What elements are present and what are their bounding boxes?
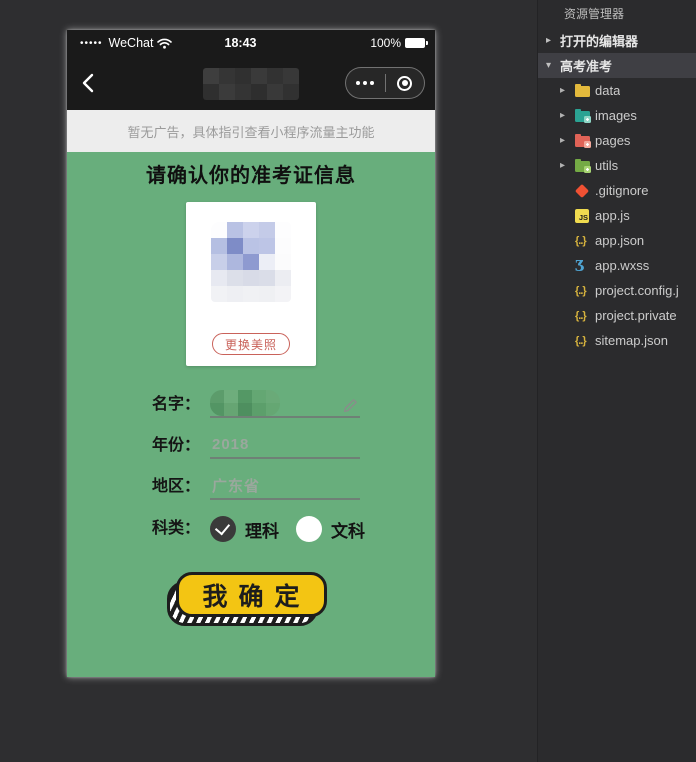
phone-simulator: ••••• WeChat 18:43 100% 暂无广告，具体指引查看小程序流量…	[67, 30, 435, 677]
dot-icon	[370, 81, 375, 85]
tree-item-.gitignore[interactable]: .gitignore	[538, 178, 696, 203]
dot-icon	[356, 81, 361, 85]
close-minipro-button[interactable]	[386, 68, 425, 98]
year-value: 2018	[212, 435, 250, 453]
section-open-editors[interactable]: ▸ 打开的编辑器	[538, 28, 696, 53]
clock-label: 18:43	[224, 36, 257, 50]
option-arts[interactable]: 文科	[296, 516, 365, 542]
explorer-panel: 资源管理器 ▸ 打开的编辑器 ▾ 高考准考 ▸ data ▸ images ▸ …	[537, 0, 696, 762]
section-label: 高考准考	[560, 59, 613, 74]
wxss-file-icon: Ʒ	[575, 256, 585, 275]
page-title: 请确认你的准考证信息	[146, 165, 356, 187]
dot-icon	[363, 81, 368, 85]
category-label: 科类：	[152, 520, 201, 537]
folder-icon	[575, 158, 591, 173]
tree-item-label: sitemap.json	[595, 333, 668, 348]
year-field[interactable]: 2018	[210, 431, 360, 459]
carrier-label: WeChat	[108, 36, 154, 50]
explorer-title: 资源管理器	[564, 7, 625, 21]
ad-banner-text: 暂无广告，具体指引查看小程序流量主功能	[127, 124, 375, 140]
name-row: 名字：	[152, 389, 382, 418]
git-file-icon	[574, 183, 590, 198]
chevron-right-icon: ▸	[560, 110, 566, 121]
id-photo-censored	[211, 222, 291, 302]
page-content: 请确认你的准考证信息 更换美照 名字： 年份： 2018 地区： 广东省 科类：…	[67, 152, 435, 677]
chevron-right-icon: ▸	[560, 135, 566, 146]
tree-item-utils[interactable]: ▸ utils	[538, 153, 696, 178]
tree-item-label: pages	[595, 133, 631, 148]
region-value: 广东省	[212, 477, 261, 495]
tree-item-label: project.config.j	[595, 283, 679, 298]
category-row: 科类： 理科 文科	[152, 516, 382, 542]
year-row: 年份： 2018	[152, 431, 382, 459]
editor-stage: ••••• WeChat 18:43 100% 暂无广告，具体指引查看小程序流量…	[0, 0, 537, 762]
tree-item-label: app.js	[595, 208, 630, 223]
json-file-icon: {..}	[575, 309, 587, 322]
name-value-censored	[210, 389, 280, 416]
more-menu-button[interactable]	[346, 68, 385, 98]
year-label: 年份：	[152, 437, 201, 454]
checkbox-checked-icon[interactable]	[210, 516, 236, 542]
capsule-menu	[345, 67, 425, 99]
back-chevron-icon[interactable]	[81, 73, 95, 93]
tree-item-app.js[interactable]: JS app.js	[538, 203, 696, 228]
option-science[interactable]: 理科	[210, 516, 279, 542]
battery-icon	[405, 38, 429, 48]
chevron-down-icon: ▾	[546, 60, 552, 71]
file-tree: ▸ data ▸ images ▸ pages ▸ utils .gitigno…	[538, 78, 696, 353]
option-arts-label: 文科	[331, 521, 365, 541]
checkbox-unchecked-icon[interactable]	[296, 516, 322, 542]
section-label: 打开的编辑器	[560, 34, 639, 49]
json-file-icon: {..}	[575, 334, 587, 347]
folder-icon	[575, 83, 590, 97]
folder-icon	[575, 108, 591, 123]
chevron-right-icon: ▸	[560, 160, 566, 171]
tree-item-label: app.wxss	[595, 258, 650, 273]
signal-dots-icon: •••••	[80, 37, 103, 49]
tree-item-project.config.j[interactable]: {..} project.config.j	[538, 278, 696, 303]
tree-item-sitemap.json[interactable]: {..} sitemap.json	[538, 328, 696, 353]
confirm-button[interactable]: 我确定	[166, 572, 327, 626]
region-row: 地区： 广东省	[152, 472, 382, 500]
json-file-icon: {..}	[575, 234, 587, 247]
name-field[interactable]	[210, 389, 360, 418]
tree-item-label: images	[595, 108, 637, 123]
option-science-label: 理科	[245, 521, 279, 541]
tree-item-pages[interactable]: ▸ pages	[538, 128, 696, 153]
tree-item-label: .gitignore	[595, 183, 649, 198]
ad-placeholder-banner: 暂无广告，具体指引查看小程序流量主功能	[67, 110, 435, 152]
tree-item-label: utils	[595, 158, 619, 173]
tree-item-data[interactable]: ▸ data	[538, 78, 696, 103]
edit-pencil-icon[interactable]	[343, 398, 358, 413]
exam-info-form: 名字： 年份： 2018 地区： 广东省 科类： 理科 文科	[152, 389, 382, 542]
chevron-right-icon: ▸	[546, 35, 552, 46]
change-photo-button[interactable]: 更换美照	[212, 333, 290, 355]
nav-bar	[67, 56, 435, 110]
confirm-button-label: 我确定	[175, 572, 327, 617]
nav-title-censored	[203, 68, 299, 100]
section-project-root[interactable]: ▾ 高考准考	[538, 53, 696, 78]
tree-item-project.private[interactable]: {..} project.private	[538, 303, 696, 328]
region-field[interactable]: 广东省	[210, 472, 360, 500]
chevron-right-icon: ▸	[560, 85, 566, 96]
json-file-icon: {..}	[575, 284, 587, 297]
js-file-icon: JS	[575, 208, 589, 223]
tree-item-app.json[interactable]: {..} app.json	[538, 228, 696, 253]
region-label: 地区：	[152, 478, 201, 495]
folder-icon	[575, 133, 591, 148]
tree-item-label: app.json	[595, 233, 645, 248]
tree-item-images[interactable]: ▸ images	[538, 103, 696, 128]
tree-item-app.wxss[interactable]: Ʒ app.wxss	[538, 253, 696, 278]
tree-item-label: data	[595, 83, 621, 98]
battery-percent-label: 100%	[370, 36, 402, 50]
wifi-icon	[157, 38, 173, 49]
id-photo-card: 更换美照	[186, 202, 316, 366]
status-bar: ••••• WeChat 18:43 100%	[67, 30, 435, 56]
tree-item-label: project.private	[595, 308, 677, 323]
target-circle-icon	[397, 75, 413, 91]
name-label: 名字：	[152, 396, 201, 413]
